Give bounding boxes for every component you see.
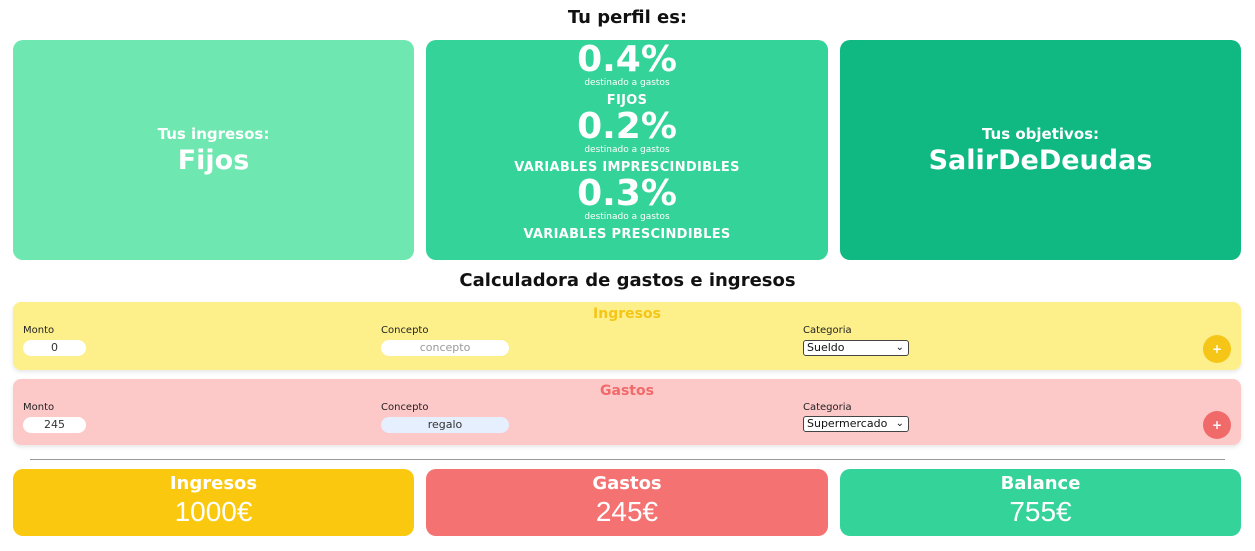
divider <box>30 459 1225 460</box>
ingresos-concepto-label: Concepto <box>381 325 429 336</box>
income-type-value: Fijos <box>177 144 250 176</box>
goals-label: Tus objetivos: <box>981 124 1100 143</box>
gastos-monto-input[interactable]: 245 <box>23 417 86 433</box>
income-type-label: Tus ingresos: <box>157 124 270 143</box>
gastos-concepto-input[interactable]: regalo <box>381 417 509 433</box>
summary-gastos-label: Gastos <box>592 473 662 494</box>
gastos-categoria-label: Categoria <box>803 402 852 413</box>
calculator-title: Calculadora de gastos e ingresos <box>459 270 796 291</box>
gastos-categoria-select[interactable]: Supermercado ⌄ <box>803 416 909 432</box>
distribution-sub: destinado a gastos <box>584 78 670 88</box>
income-type-card: Tus ingresos: Fijos <box>13 40 414 260</box>
summary-balance-value: 755€ <box>1009 496 1072 527</box>
distribution-item: 0.3% destinado a gastos VARIABLES PRESCI… <box>523 173 731 242</box>
summary-balance-label: Balance <box>1000 473 1081 494</box>
summary-ingresos-card: Ingresos 1000€ <box>13 469 414 536</box>
gastos-form: Gastos Monto 245 Concepto regalo Categor… <box>13 379 1241 445</box>
summary-balance-card: Balance 755€ <box>840 469 1241 536</box>
distribution-item: 0.4% destinado a gastos FIJOS <box>577 39 677 108</box>
distribution-sub: destinado a gastos <box>584 212 670 222</box>
distribution-category: VARIABLES PRESCINDIBLES <box>523 227 731 242</box>
goals-card: Tus objetivos: SalirDeDeudas <box>840 40 1241 260</box>
distribution-percent: 0.2% <box>577 106 677 147</box>
gastos-concepto-label: Concepto <box>381 402 429 413</box>
distribution-item: 0.2% destinado a gastos VARIABLES IMPRES… <box>514 106 740 175</box>
add-ingreso-button[interactable]: + <box>1203 335 1231 363</box>
distribution-percent: 0.3% <box>577 173 677 214</box>
profile-title: Tu perfil es: <box>567 7 688 28</box>
distribution-percent: 0.4% <box>577 39 677 80</box>
ingresos-monto-input[interactable]: 0 <box>23 340 86 356</box>
ingresos-concepto-input[interactable]: concepto <box>381 340 509 356</box>
ingresos-categoria-label: Categoria <box>803 325 852 336</box>
ingresos-categoria-select[interactable]: Sueldo ⌄ <box>803 340 909 356</box>
summary-ingresos-label: Ingresos <box>169 473 258 494</box>
summary-gastos-value: 245€ <box>595 496 659 527</box>
ingresos-form: Ingresos Monto 0 Concepto concepto Categ… <box>13 302 1241 370</box>
expense-distribution-card: 0.4% destinado a gastos FIJOS 0.2% desti… <box>426 40 828 260</box>
ingresos-form-title: Ingresos <box>593 306 661 322</box>
ingresos-monto-label: Monto <box>23 325 55 336</box>
ingresos-categoria-value: Sueldo <box>807 341 845 354</box>
gastos-form-title: Gastos <box>600 383 654 399</box>
gastos-categoria-value: Supermercado <box>807 417 888 430</box>
summary-gastos-card: Gastos 245€ <box>426 469 828 536</box>
chevron-down-icon: ⌄ <box>895 418 904 429</box>
goals-value: SalirDeDeudas <box>928 144 1153 176</box>
gastos-monto-label: Monto <box>23 402 55 413</box>
summary-ingresos-value: 1000€ <box>174 496 253 527</box>
chevron-down-icon: ⌄ <box>895 342 904 353</box>
distribution-sub: destinado a gastos <box>584 145 670 155</box>
add-gasto-button[interactable]: + <box>1203 411 1231 439</box>
